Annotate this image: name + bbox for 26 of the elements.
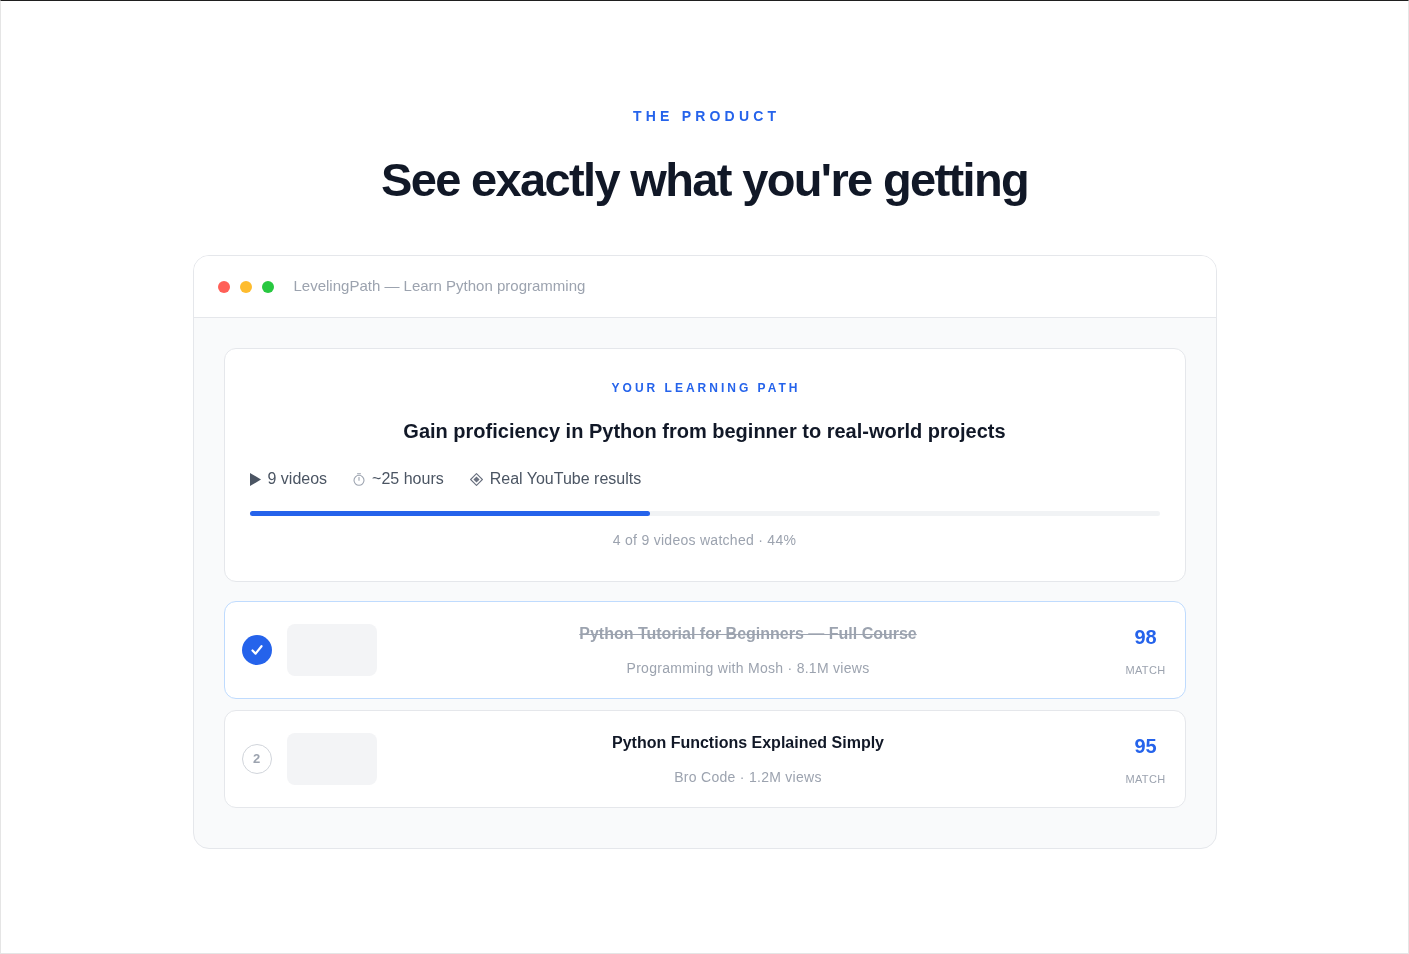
window-control-icon[interactable] bbox=[217, 280, 230, 293]
source-note: Real YouTube results bbox=[489, 469, 642, 489]
section-heading: See exactly what you're getting bbox=[380, 152, 1029, 208]
video-row[interactable]: Python Tutorial for Beginners — Full Course Programming with Mosh · 8.1M views 98 MATCH bbox=[223, 601, 1186, 699]
video-row[interactable]: 2 Python Functions Explained Simply Bro Code · 1.2M views 95 MATCH bbox=[223, 710, 1186, 808]
match-label: MATCH bbox=[1125, 771, 1166, 786]
match-score: 98 bbox=[1134, 624, 1157, 650]
progress-caption: 4 of 9 videos watched · 44% bbox=[612, 531, 797, 550]
video-meta: Bro Code · 1.2M views bbox=[674, 767, 822, 787]
video-count: 9 videos bbox=[267, 469, 328, 489]
card-eyebrow: YOUR LEARNING PATH bbox=[610, 380, 801, 396]
diamond-icon bbox=[469, 472, 483, 486]
window-control-icon[interactable] bbox=[239, 280, 252, 293]
stopwatch-icon bbox=[353, 472, 366, 486]
play-icon bbox=[249, 472, 261, 486]
check-icon[interactable] bbox=[241, 635, 272, 665]
path-title: Gain proficiency in Python from beginner to real-world projects bbox=[403, 419, 1006, 444]
window-title: LevelingPath — Learn Python programming bbox=[293, 276, 586, 297]
video-meta: Programming with Mosh · 8.1M views bbox=[626, 658, 870, 678]
match-score: 95 bbox=[1134, 733, 1157, 759]
duration-text: ~25 hours bbox=[372, 469, 444, 489]
match-label: MATCH bbox=[1125, 662, 1166, 677]
section-eyebrow: THE PRODUCT bbox=[631, 108, 781, 124]
video-title: Python Functions Explained Simply bbox=[612, 732, 884, 753]
video-title: Python Tutorial for Beginners — Full Course bbox=[579, 623, 917, 644]
window-control-icon[interactable] bbox=[261, 280, 274, 293]
